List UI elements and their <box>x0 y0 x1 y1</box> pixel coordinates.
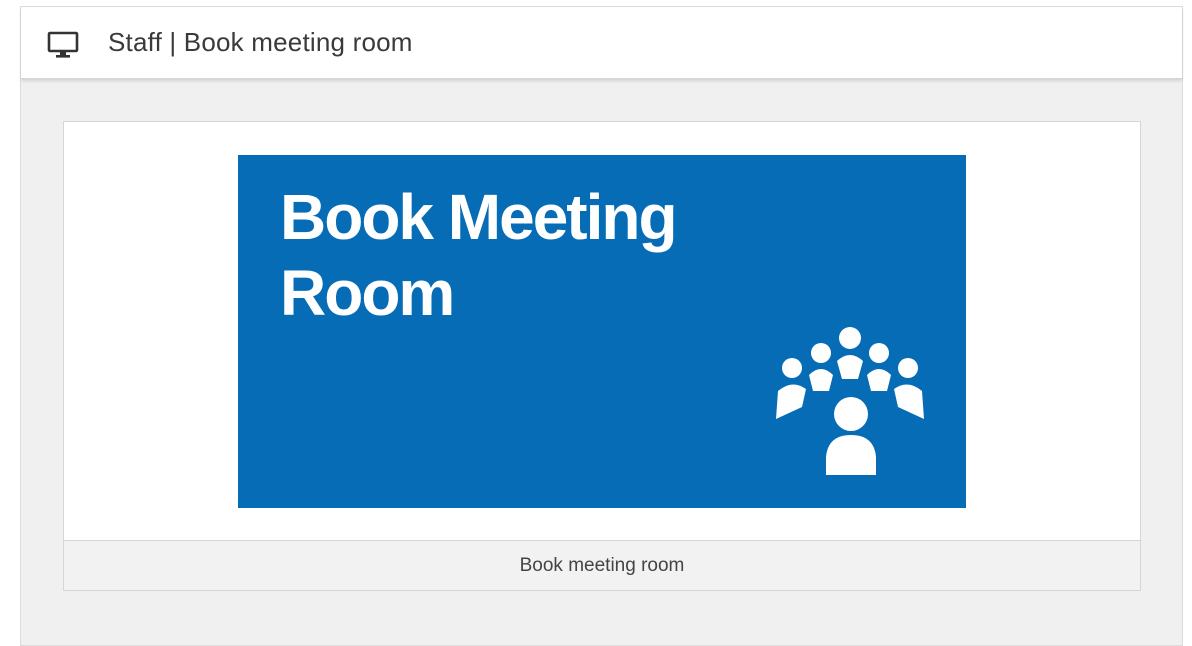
monitor-icon <box>47 31 79 58</box>
page-title: Staff | Book meeting room <box>108 27 413 57</box>
book-meeting-room-tile[interactable]: Book Meeting Room Book meeting room <box>63 121 1141 591</box>
book-meeting-room-banner[interactable]: Book Meeting Room <box>238 155 966 508</box>
panel-header: Staff | Book meeting room <box>21 7 1182 79</box>
meeting-people-icon <box>776 327 924 475</box>
tile-caption[interactable]: Book meeting room <box>64 540 1140 590</box>
content-panel: Staff | Book meeting room Book Meeting R… <box>20 6 1183 646</box>
banner-title: Book Meeting Room <box>280 181 678 329</box>
